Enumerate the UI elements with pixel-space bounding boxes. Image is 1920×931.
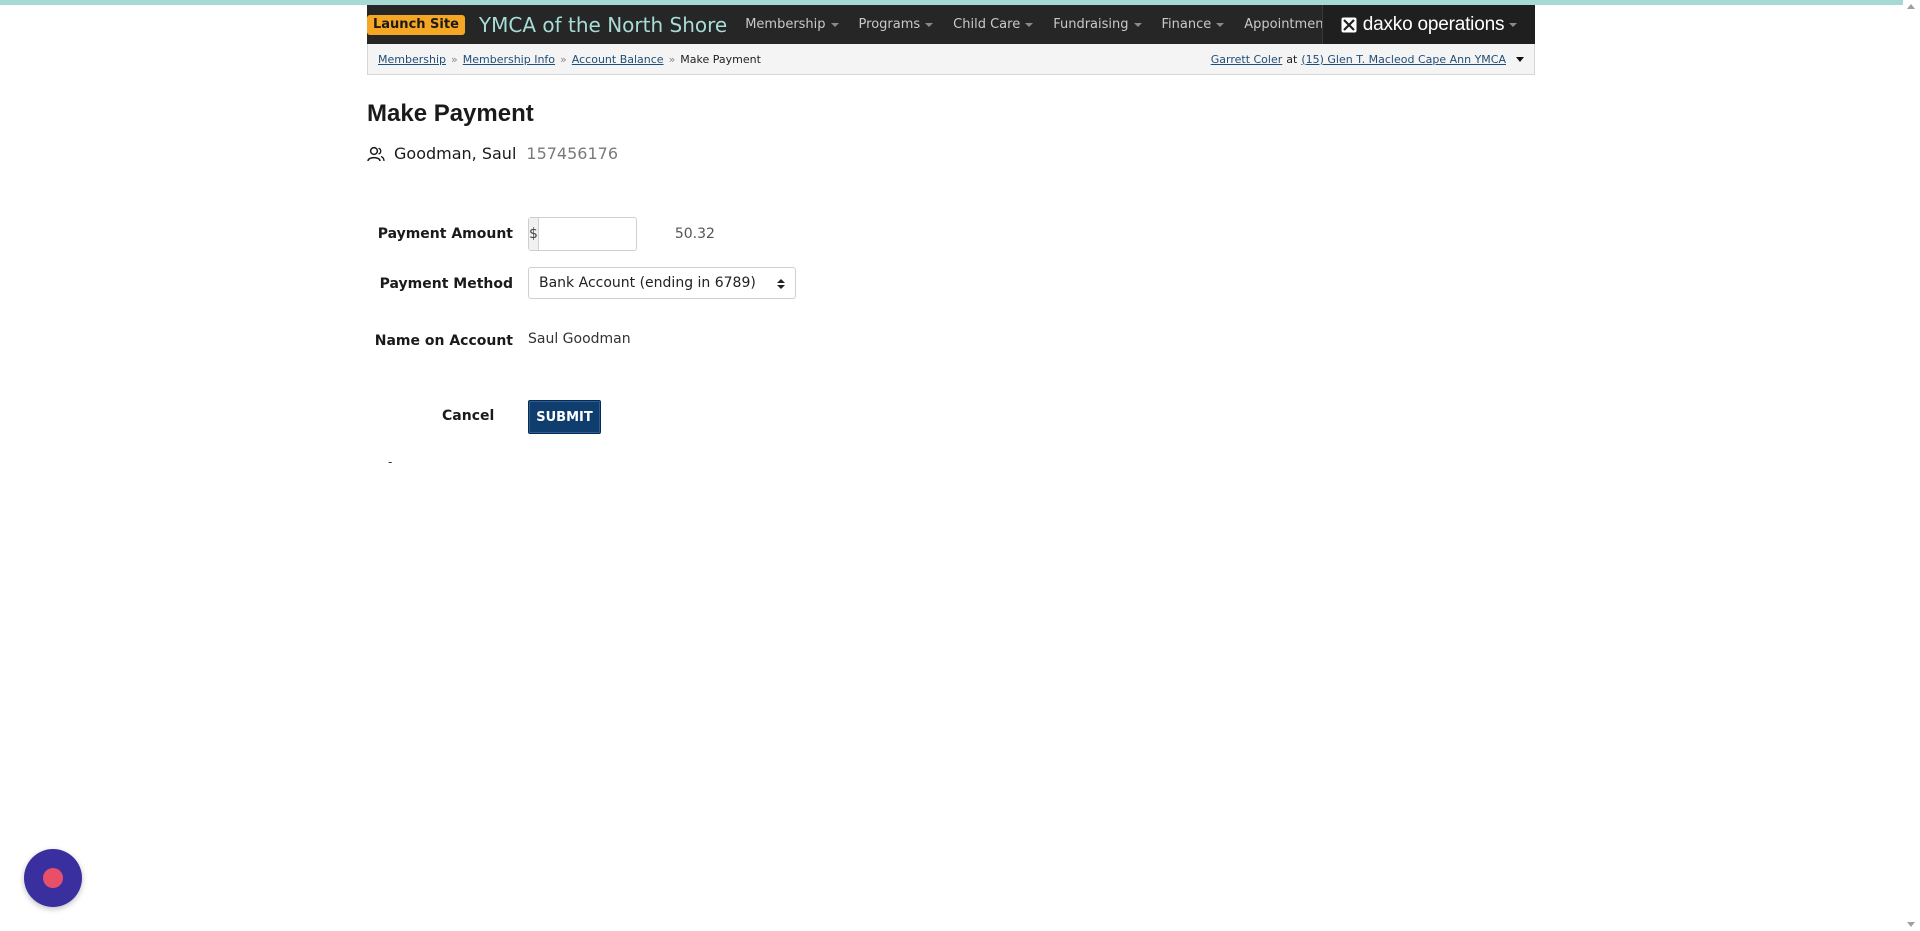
select-arrows-icon	[777, 279, 785, 289]
top-navbar: Launch Site YMCA of the North Shore Memb…	[367, 5, 1535, 44]
chevron-down-icon	[1216, 22, 1225, 27]
footer-dash: -	[388, 455, 393, 469]
submit-button[interactable]: SUBMIT	[528, 400, 601, 434]
org-name[interactable]: YMCA of the North Shore	[479, 13, 727, 37]
payment-method-select[interactable]: Bank Account (ending in 6789)	[528, 267, 796, 299]
user-location: Garrett Coler at (15) Glen T. Macleod Ca…	[1211, 44, 1524, 74]
breadcrumb-current: Make Payment	[680, 52, 761, 66]
product-name: daxko operations	[1362, 13, 1505, 35]
location-link[interactable]: (15) Glen T. Macleod Cape Ann YMCA	[1301, 53, 1506, 66]
main-menu: Membership Programs Child Care Fundraisi…	[745, 5, 1368, 44]
name-on-account-value: Saul Goodman	[528, 331, 631, 347]
breadcrumb: Membership » Membership Info » Account B…	[378, 53, 761, 66]
menu-fundraising[interactable]: Fundraising	[1053, 17, 1142, 32]
currency-addon: $	[529, 218, 539, 250]
launch-site-button[interactable]: Launch Site	[367, 14, 465, 35]
user-name-link[interactable]: Garrett Coler	[1211, 53, 1283, 66]
at-label: at	[1286, 52, 1298, 66]
menu-child-care[interactable]: Child Care	[953, 17, 1034, 32]
menu-membership-label: Membership	[745, 17, 826, 32]
breadcrumb-separator: »	[668, 52, 676, 66]
breadcrumb-membership-info[interactable]: Membership Info	[463, 53, 555, 66]
chevron-down-icon	[1133, 22, 1142, 27]
breadcrumb-membership[interactable]: Membership	[378, 53, 446, 66]
payment-amount-input[interactable]	[538, 218, 725, 250]
person-icon	[367, 146, 385, 161]
breadcrumb-separator: »	[451, 52, 458, 66]
menu-programs-label: Programs	[858, 17, 921, 32]
page-scrollbar[interactable]	[1903, 0, 1920, 931]
menu-membership[interactable]: Membership	[745, 17, 839, 32]
product-switcher[interactable]: daxko operations	[1322, 5, 1535, 44]
chevron-down-icon	[1509, 22, 1518, 27]
location-dropdown-icon[interactable]	[1516, 56, 1524, 62]
cancel-button[interactable]: Cancel	[442, 408, 494, 424]
name-on-account-label: Name on Account	[374, 333, 513, 349]
payment-method-label: Payment Method	[379, 276, 513, 292]
breadcrumb-bar: Membership » Membership Info » Account B…	[367, 44, 1535, 75]
member-info: Goodman, Saul 157456176	[367, 144, 618, 163]
chat-icon	[43, 868, 63, 888]
member-id: 157456176	[526, 144, 619, 163]
scroll-down-icon[interactable]	[1907, 922, 1915, 927]
menu-fundraising-label: Fundraising	[1053, 17, 1129, 32]
chat-widget-button[interactable]	[24, 849, 82, 907]
member-name: Goodman, Saul	[394, 144, 517, 163]
payment-amount-group: $	[528, 217, 725, 251]
payment-amount-label: Payment Amount	[377, 226, 513, 242]
menu-finance-label: Finance	[1161, 17, 1212, 32]
breadcrumb-account-balance[interactable]: Account Balance	[572, 53, 664, 66]
menu-programs[interactable]: Programs	[859, 17, 934, 32]
chevron-down-icon	[925, 22, 934, 27]
payment-method-value: Bank Account (ending in 6789)	[539, 275, 756, 291]
chevron-down-icon	[1025, 22, 1034, 27]
menu-finance[interactable]: Finance	[1162, 17, 1225, 32]
scroll-up-icon[interactable]	[1907, 4, 1915, 9]
chevron-down-icon	[830, 22, 839, 27]
daxko-logo-icon	[1341, 17, 1357, 32]
breadcrumb-separator: »	[560, 52, 567, 66]
page-title: Make Payment	[367, 100, 534, 127]
menu-child-care-label: Child Care	[953, 17, 1021, 32]
